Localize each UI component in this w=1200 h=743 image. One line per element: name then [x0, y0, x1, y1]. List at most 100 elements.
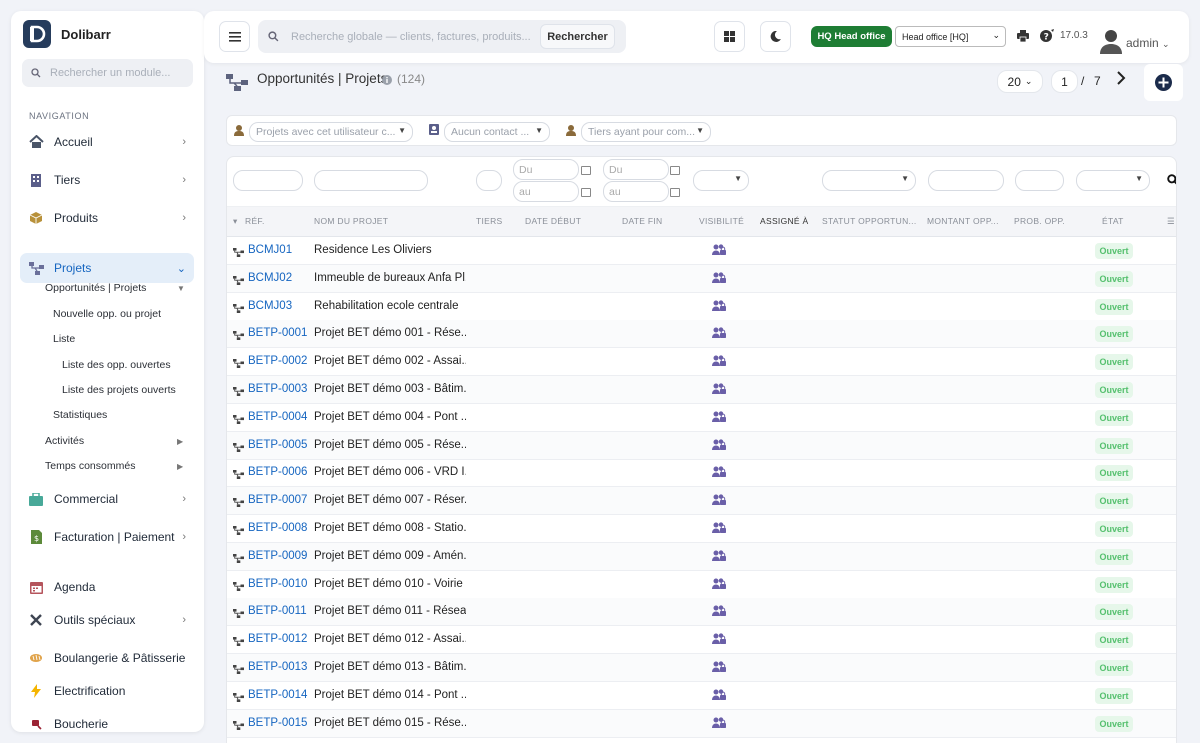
project-ref-link[interactable]: BCMJ02 — [248, 272, 292, 284]
table-row[interactable]: BETP-0010 Projet BET démo 010 - Voirie ..… — [227, 571, 1176, 599]
filter-prob-input[interactable] — [1015, 170, 1064, 191]
search-icon[interactable] — [1167, 174, 1176, 189]
sidebar-item-electrification[interactable]: Electrification — [20, 676, 194, 706]
filter-user-select[interactable]: Projets avec cet utilisateur c... ▼ — [249, 122, 413, 142]
table-row[interactable]: BETP-0003 Projet BET démo 003 - Bâtim... O… — [227, 376, 1176, 404]
filter-visibility-select[interactable]: ▼ — [693, 170, 749, 191]
entity-badge[interactable]: HQ Head office — [811, 26, 892, 47]
col-name[interactable]: NOM DU PROJET — [314, 216, 388, 226]
filter-name-input[interactable] — [314, 170, 428, 191]
project-ref-link[interactable]: BCMJ03 — [248, 300, 292, 312]
table-row[interactable]: BETP-0004 Projet BET démo 004 - Pont ... O… — [227, 404, 1176, 432]
filter-start-to-input[interactable]: au — [513, 181, 579, 202]
col-assigned[interactable]: ASSIGNÉ À — [760, 216, 809, 226]
project-ref-link[interactable]: BETP-0003 — [248, 383, 307, 395]
sidebar-sub-liste[interactable]: Liste — [53, 333, 75, 345]
sidebar-item-produits[interactable]: Produits › — [20, 203, 194, 233]
project-ref-link[interactable]: BETP-0008 — [248, 522, 307, 534]
table-row[interactable]: BCMJ01 Residence Les Oliviers Ouvert — [227, 237, 1176, 265]
print-icon[interactable] — [1017, 30, 1029, 45]
column-selector-icon[interactable]: ☰ — [1167, 216, 1175, 227]
table-row[interactable]: BCMJ03 Rehabilitation ecole centrale Ouver… — [227, 293, 1176, 321]
filter-status-select[interactable]: ▼ — [1076, 170, 1150, 191]
sidebar-item-boulangerie[interactable]: Boulangerie & Pâtisserie — [20, 643, 194, 673]
project-ref-link[interactable]: BETP-0010 — [248, 578, 307, 590]
page-input[interactable]: 1 — [1051, 70, 1078, 93]
info-icon[interactable] — [382, 74, 392, 88]
project-ref-link[interactable]: BETP-0014 — [248, 689, 307, 701]
table-row[interactable]: BETP-0007 Projet BET démo 007 - Réser... O… — [227, 487, 1176, 516]
filter-end-to-input[interactable]: au — [603, 181, 669, 202]
col-opp-prob[interactable]: PROB. OPP. — [1014, 216, 1065, 226]
table-row[interactable]: BETP-0005 Projet BET démo 005 - Rése... Ou… — [227, 431, 1176, 460]
filter-opp-status-select[interactable]: ▼ — [822, 170, 916, 191]
brand[interactable]: Dolibarr — [23, 20, 111, 48]
table-row[interactable]: BETP-0015 Projet BET démo 015 - Rése... Ou… — [227, 709, 1176, 738]
project-ref-link[interactable]: BCMJ01 — [248, 244, 292, 256]
project-ref-link[interactable]: BETP-0012 — [248, 633, 307, 645]
sidebar-sub-statistiques[interactable]: Statistiques — [53, 409, 107, 421]
sidebar-sub-liste-projets[interactable]: Liste des projets ouverts — [62, 384, 176, 396]
col-tiers[interactable]: TIERS — [476, 216, 503, 226]
sidebar-item-accueil[interactable]: Accueil › — [20, 127, 194, 157]
user-menu[interactable]: admin ⌄ — [1126, 36, 1170, 50]
search-button[interactable]: Rechercher — [540, 24, 615, 49]
table-row[interactable]: BETP-0011 Projet BET démo 011 - Résea... O… — [227, 598, 1176, 627]
filter-tiers-input[interactable] — [476, 170, 502, 191]
col-visibility[interactable]: VISIBILITÉ — [699, 216, 744, 226]
sidebar-item-projets[interactable]: Projets ⌄ — [20, 253, 194, 283]
filter-thirdparty-select[interactable]: Tiers ayant pour com... ▼ — [581, 122, 711, 142]
table-row[interactable]: BETP-0012 Projet BET démo 012 - Assai... O… — [227, 626, 1176, 655]
project-ref-link[interactable]: BETP-0013 — [248, 661, 307, 673]
sidebar-item-facturation[interactable]: $ Facturation | Paiement › — [20, 522, 194, 552]
calendar-icon[interactable] — [670, 166, 680, 175]
entity-select[interactable]: Head office [HQ] ⌄ — [895, 26, 1006, 47]
filter-amount-input[interactable] — [928, 170, 1004, 191]
menu-toggle-button[interactable] — [219, 21, 250, 52]
table-row[interactable]: BETP-0014 Projet BET démo 014 - Pont ... O… — [227, 682, 1176, 710]
filter-ref-input[interactable] — [233, 170, 303, 191]
project-ref-link[interactable]: BETP-0007 — [248, 494, 307, 506]
sidebar-sub-activites[interactable]: Activités ▶ — [45, 435, 195, 447]
per-page-select[interactable]: 20 ⌄ — [997, 70, 1043, 93]
calendar-icon[interactable] — [581, 188, 591, 197]
col-opp-amount[interactable]: MONTANT OPP... — [927, 216, 999, 226]
sidebar-item-commercial[interactable]: Commercial › — [20, 484, 194, 514]
sidebar-item-tiers[interactable]: Tiers › — [20, 165, 194, 195]
col-status[interactable]: ÉTAT — [1102, 216, 1124, 226]
avatar[interactable] — [1100, 28, 1122, 57]
col-ref[interactable]: RÉF. — [245, 216, 265, 226]
project-ref-link[interactable]: BETP-0004 — [248, 411, 307, 423]
module-search-input[interactable]: Rechercher un module... — [22, 59, 193, 87]
table-row[interactable]: BCMJ02 Immeuble de bureaux Anfa Pl... Ouve… — [227, 264, 1176, 293]
sidebar-sub-opportunites[interactable]: Opportunités | Projets ▼ — [45, 282, 195, 294]
next-page-icon[interactable] — [1116, 71, 1126, 88]
sidebar-sub-nouvelle[interactable]: Nouvelle opp. ou projet — [53, 308, 161, 320]
table-row[interactable]: BETP-0006 Projet BET démo 006 - VRD I... O… — [227, 459, 1176, 488]
project-ref-link[interactable]: BETP-0002 — [248, 355, 307, 367]
sidebar-sub-liste-opp[interactable]: Liste des opp. ouvertes — [62, 359, 171, 371]
table-row[interactable]: BETP-0009 Projet BET démo 009 - Amén... Ou… — [227, 542, 1176, 571]
project-ref-link[interactable]: BETP-0009 — [248, 550, 307, 562]
sidebar-item-agenda[interactable]: Agenda — [20, 572, 194, 602]
filter-end-from-input[interactable]: Du — [603, 159, 669, 180]
project-ref-link[interactable]: BETP-0015 — [248, 717, 307, 729]
sidebar-item-boucherie[interactable]: Boucherie — [20, 709, 194, 739]
sidebar-sub-temps[interactable]: Temps consommés ▶ — [45, 460, 195, 472]
filter-start-from-input[interactable]: Du — [513, 159, 579, 180]
project-ref-link[interactable]: BETP-0005 — [248, 439, 307, 451]
project-ref-link[interactable]: BETP-0011 — [248, 605, 307, 617]
dark-mode-button[interactable] — [760, 21, 791, 52]
col-date-start[interactable]: DATE DÉBUT — [525, 216, 581, 226]
calendar-icon[interactable] — [670, 188, 680, 197]
sidebar-item-outils[interactable]: Outils spéciaux › — [20, 605, 194, 635]
new-project-button[interactable] — [1144, 64, 1183, 101]
table-row[interactable]: BETP-0008 Projet BET démo 008 - Statio...… — [227, 515, 1176, 543]
calendar-icon[interactable] — [581, 166, 591, 175]
filter-contact-select[interactable]: Aucun contact ... ▼ — [444, 122, 550, 142]
project-ref-link[interactable]: BETP-0001 — [248, 327, 307, 339]
table-row[interactable]: BETP-0002 Projet BET démo 002 - Assai... O… — [227, 348, 1176, 377]
apps-grid-button[interactable] — [714, 21, 745, 52]
table-row[interactable]: BETP-0001 Projet BET démo 001 - Rése... Ou… — [227, 320, 1176, 349]
global-search-input[interactable]: Recherche globale — clients, factures, p… — [258, 20, 626, 53]
